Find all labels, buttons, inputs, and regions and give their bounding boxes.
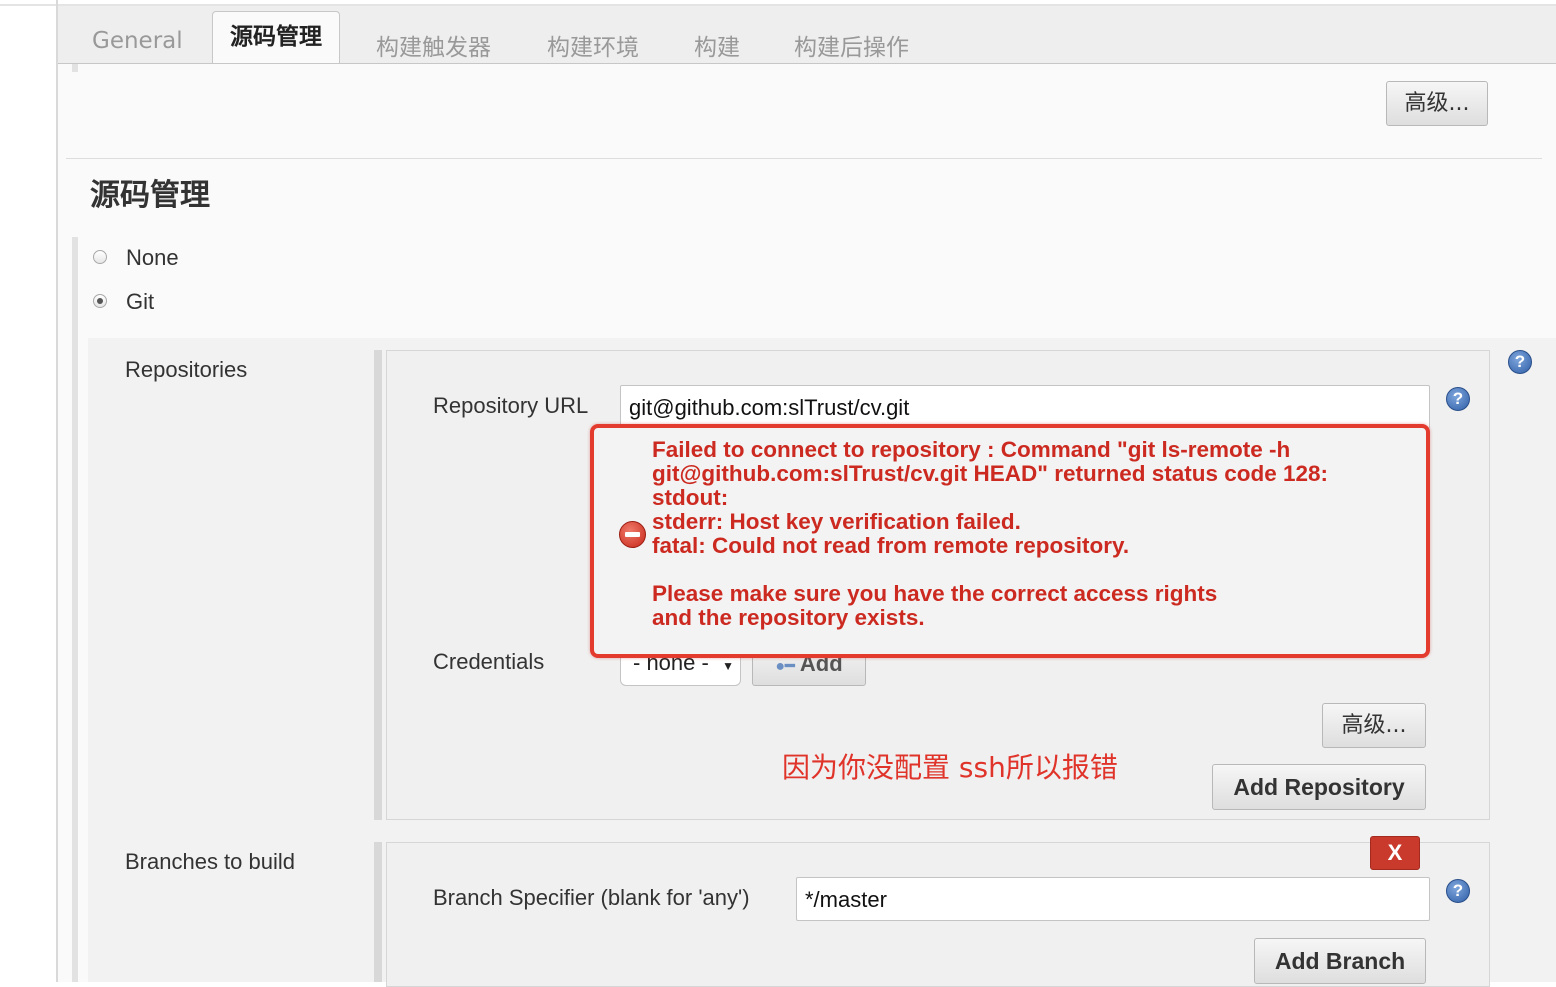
scm-git-label: Git <box>126 289 155 314</box>
scm-none-label: None <box>126 245 179 270</box>
tab-triggers[interactable]: 构建触发器 <box>376 28 491 62</box>
scm-git-radio[interactable] <box>93 294 107 308</box>
add-branch-button[interactable]: Add Branch <box>1254 938 1426 984</box>
section-indicator <box>72 64 78 72</box>
tab-general[interactable]: General <box>92 28 183 54</box>
left-border <box>56 0 58 982</box>
branch-specifier-label: Branch Specifier (blank for 'any') <box>433 885 750 910</box>
branch-specifier-help-icon[interactable]: ? <box>1446 879 1470 903</box>
credentials-label: Credentials <box>433 649 545 674</box>
branches-label: Branches to build <box>125 849 295 874</box>
branch-specifier-input[interactable]: */master <box>796 877 1430 921</box>
error-icon <box>619 521 646 548</box>
branches-bar <box>374 842 382 982</box>
annotation-note: 因为你没配置 ssh所以报错 <box>782 751 1118 784</box>
radio-selected-dot <box>97 298 103 304</box>
section-divider <box>66 158 1542 159</box>
delete-branch-button[interactable]: X <box>1370 836 1420 870</box>
section-title: 源码管理 <box>90 178 210 213</box>
general-advanced-button[interactable]: 高级... <box>1386 81 1488 126</box>
repository-advanced-button[interactable]: 高级... <box>1322 703 1426 748</box>
add-repository-button[interactable]: Add Repository <box>1212 764 1426 810</box>
repositories-bar <box>374 350 382 820</box>
tab-source-management[interactable]: 源码管理 <box>212 11 340 63</box>
tab-build[interactable]: 构建 <box>694 28 740 62</box>
repository-url-label: Repository URL <box>433 393 589 418</box>
tab-environment[interactable]: 构建环境 <box>547 28 639 62</box>
tab-post-build[interactable]: 构建后操作 <box>794 28 909 62</box>
scm-none-radio[interactable] <box>93 250 107 264</box>
repositories-help-icon[interactable]: ? <box>1508 350 1532 374</box>
repository-url-input[interactable]: git@github.com:slTrust/cv.git <box>620 385 1430 429</box>
key-icon: ●━ <box>775 658 795 675</box>
repositories-label: Repositories <box>125 357 248 382</box>
scm-section-bar <box>72 237 78 982</box>
repository-url-help-icon[interactable]: ? <box>1446 387 1470 411</box>
error-message-text: Failed to connect to repository : Comman… <box>652 437 1329 630</box>
